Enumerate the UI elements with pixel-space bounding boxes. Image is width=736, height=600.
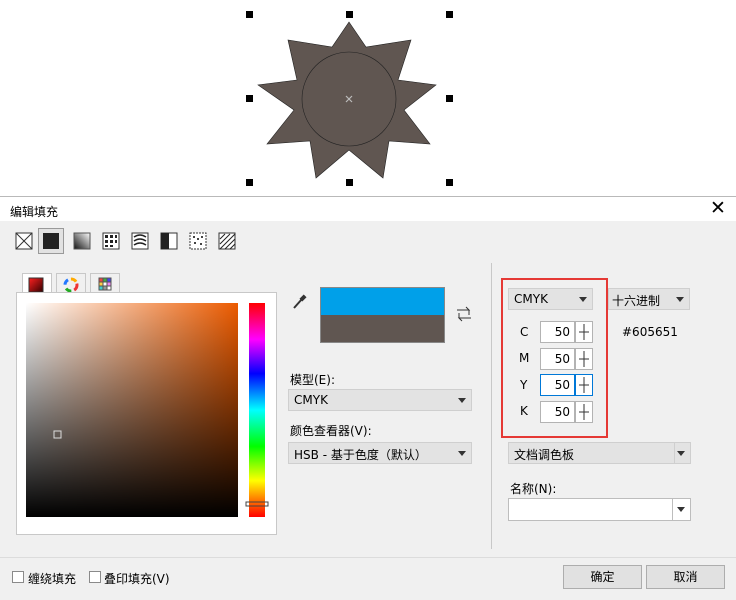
- value-format-dropdown[interactable]: 十六进制: [608, 288, 690, 310]
- overprint-fill-checkbox[interactable]: [89, 571, 101, 583]
- hue-slider: [249, 303, 265, 517]
- name-combobox[interactable]: [508, 498, 691, 521]
- selection-handle: [246, 179, 253, 186]
- close-icon[interactable]: ✕: [708, 198, 728, 218]
- chevron-down-icon: [458, 451, 466, 456]
- two-color-pattern-icon[interactable]: [159, 231, 179, 251]
- palette-dropdown[interactable]: 文档调色板: [508, 442, 691, 464]
- ok-button[interactable]: 确定: [563, 565, 642, 589]
- value-format-value: 十六进制: [612, 294, 661, 308]
- cancel-button[interactable]: 取消: [646, 565, 725, 589]
- palette-dropdown-value: 文档调色板: [514, 448, 575, 462]
- model-label: 模型(E):: [290, 373, 335, 387]
- overprint-fill-label: 叠印填充(V): [104, 572, 170, 586]
- old-color-swatch: [321, 315, 444, 342]
- color-area-svg[interactable]: [17, 293, 276, 534]
- color-viewer-panel: [16, 292, 277, 535]
- viewer-dropdown[interactable]: HSB - 基于色度（默认）: [288, 442, 472, 464]
- selection-handle: [446, 95, 453, 102]
- vector-pattern-icon[interactable]: [101, 231, 121, 251]
- swap-colors-icon[interactable]: [454, 305, 474, 323]
- star-shape-svg[interactable]: [0, 0, 736, 196]
- highlight-annotation-box: [501, 278, 608, 438]
- wrap-fill-label: 缠绕填充: [28, 572, 77, 586]
- texture-fill-icon[interactable]: [188, 231, 208, 251]
- uniform-fill-icon[interactable]: [38, 228, 64, 254]
- chevron-down-icon: [458, 398, 466, 403]
- eyedropper-icon[interactable]: [291, 293, 307, 311]
- dialog-title: 编辑填充: [10, 205, 59, 219]
- footer-divider: [0, 557, 736, 558]
- name-label: 名称(N):: [510, 482, 557, 496]
- selection-handle: [246, 11, 253, 18]
- chevron-down-icon: [676, 297, 684, 302]
- selection-handle: [346, 11, 353, 18]
- selection-handle: [246, 95, 253, 102]
- column-divider: [491, 263, 492, 549]
- bitmap-pattern-icon[interactable]: [130, 231, 150, 251]
- postscript-fill-icon[interactable]: [217, 231, 237, 251]
- dialog-titlebar: 编辑填充 ✕: [0, 197, 736, 221]
- drawing-canvas[interactable]: [0, 0, 736, 196]
- chevron-down-icon: [677, 507, 685, 512]
- model-dropdown-value: CMYK: [294, 393, 328, 407]
- selection-handle: [346, 179, 353, 186]
- model-dropdown[interactable]: CMYK: [288, 389, 472, 411]
- fountain-fill-icon[interactable]: [72, 231, 92, 251]
- no-fill-icon[interactable]: [14, 231, 34, 251]
- selection-handle: [446, 11, 453, 18]
- viewer-dropdown-value: HSB - 基于色度（默认）: [294, 448, 427, 462]
- selection-handle: [446, 179, 453, 186]
- new-color-swatch: [321, 288, 444, 315]
- edit-fill-dialog: 编辑填充 ✕ 模型(E): CMYK 颜色查看器(V): HSB - 基于色度（…: [0, 196, 736, 600]
- viewer-label: 颜色查看器(V):: [290, 424, 372, 438]
- hex-value: #605651: [622, 325, 678, 339]
- color-preview: [320, 287, 445, 343]
- chevron-down-icon: [677, 451, 685, 456]
- wrap-fill-checkbox[interactable]: [12, 571, 24, 583]
